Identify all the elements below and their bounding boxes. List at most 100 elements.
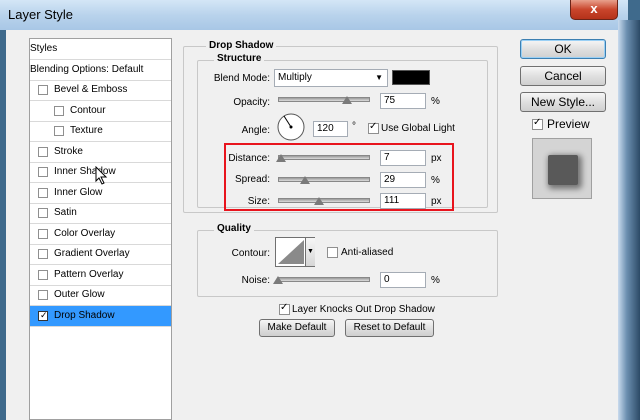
size-slider-thumb[interactable]: [314, 197, 325, 205]
style-item-checkbox[interactable]: [38, 167, 48, 177]
contour-label: Contour:: [231, 248, 270, 259]
style-item-pattern-overlay[interactable]: Pattern Overlay: [30, 265, 171, 286]
chevron-down-icon[interactable]: ▼: [305, 238, 315, 266]
style-item-label: Stroke: [54, 145, 83, 157]
ok-button[interactable]: OK: [520, 39, 606, 59]
style-item-label: Gradient Overlay: [54, 248, 130, 259]
style-item-stroke[interactable]: Stroke: [30, 142, 171, 163]
preview-checkbox[interactable]: [532, 117, 543, 130]
style-item-checkbox[interactable]: [38, 249, 48, 259]
style-item-checkbox[interactable]: [38, 187, 48, 198]
structure-title: Structure: [214, 53, 265, 64]
style-item-blending-options-default[interactable]: Blending Options: Default: [30, 60, 171, 81]
noise-slider-thumb[interactable]: [273, 276, 283, 284]
mouse-cursor-icon: [95, 166, 108, 185]
shadow-color-swatch[interactable]: [392, 70, 430, 85]
style-item-checkbox[interactable]: [54, 105, 64, 116]
style-preview-box: [532, 138, 592, 199]
style-item-label: Texture: [70, 125, 103, 136]
styles-list: Styles Blending Options: Default Bevel & E…: [29, 38, 172, 420]
distance-slider-thumb[interactable]: [275, 154, 286, 162]
style-item-checkbox[interactable]: ✓: [38, 309, 48, 321]
make-default-button[interactable]: Make Default: [259, 319, 335, 337]
style-item-texture[interactable]: Texture: [30, 121, 171, 142]
style-item-checkbox[interactable]: [38, 146, 48, 157]
style-item-label: Pattern Overlay: [54, 268, 124, 280]
size-label: Size:: [247, 196, 270, 207]
style-item-label: Blending Options: Default: [30, 63, 144, 75]
blend-mode-select[interactable]: Multiply ▼: [274, 69, 388, 87]
use-global-light-checkbox[interactable]: [368, 121, 379, 134]
style-item-label: Bevel & Emboss: [54, 84, 128, 95]
layer-knocks-out-checkbox[interactable]: [279, 302, 290, 315]
opacity-unit: %: [431, 96, 440, 107]
blend-mode-value: Multiply: [278, 72, 312, 83]
style-item-color-overlay[interactable]: Color Overlay: [30, 224, 171, 245]
anti-aliased-checkbox[interactable]: [327, 247, 338, 258]
spread-slider-thumb[interactable]: [299, 176, 310, 184]
distance-label: Distance:: [228, 153, 270, 164]
style-item-label: Drop Shadow: [54, 309, 115, 321]
distance-unit: px: [431, 153, 442, 164]
checkmark-icon: ✓: [40, 309, 48, 320]
spread-unit: %: [431, 175, 440, 186]
style-item-checkbox[interactable]: [38, 290, 48, 300]
noise-slider[interactable]: [278, 277, 370, 282]
title-bar: Layer Style x: [0, 0, 628, 30]
spread-field[interactable]: 29: [380, 172, 426, 188]
style-item-checkbox[interactable]: [54, 126, 64, 136]
opacity-field[interactable]: 75: [380, 93, 426, 109]
cancel-button[interactable]: Cancel: [520, 66, 606, 86]
spread-label: Spread:: [234, 174, 270, 185]
chevron-down-icon: ▼: [375, 73, 383, 82]
style-item-drop-shadow[interactable]: ✓ Drop Shadow: [30, 305, 171, 327]
angle-unit: °: [352, 121, 356, 132]
style-item-checkbox[interactable]: [38, 208, 48, 218]
style-item-bevel-emboss[interactable]: Bevel & Emboss: [30, 80, 171, 101]
style-item-styles[interactable]: Styles: [30, 39, 171, 60]
style-item-label: Contour: [70, 104, 106, 116]
use-global-light-label: Use Global Light: [381, 123, 455, 134]
opacity-label: Opacity:: [233, 97, 270, 108]
size-unit: px: [431, 196, 442, 207]
opacity-slider[interactable]: [278, 97, 370, 102]
preview-label: Preview: [547, 117, 590, 131]
angle-field[interactable]: 120: [313, 121, 348, 137]
angle-dial-icon[interactable]: [276, 112, 306, 142]
distance-slider[interactable]: [278, 155, 370, 160]
drop-shadow-title: Drop Shadow: [206, 40, 277, 51]
style-item-checkbox[interactable]: [38, 85, 48, 95]
noise-unit: %: [431, 275, 440, 286]
layer-style-dialog: Layer Style x Styles Blending Options: De…: [0, 0, 640, 420]
style-item-satin[interactable]: Satin: [30, 203, 171, 224]
style-item-label: Color Overlay: [54, 227, 116, 239]
style-item-label: Styles: [30, 43, 58, 54]
noise-label: Noise:: [241, 275, 270, 286]
style-item-checkbox[interactable]: [38, 269, 48, 280]
style-preview-swatch: [548, 155, 578, 185]
window-frame: [618, 20, 640, 420]
size-field[interactable]: 111: [380, 193, 426, 209]
spread-slider[interactable]: [278, 177, 370, 182]
style-item-label: Satin: [54, 207, 77, 218]
window-title: Layer Style: [8, 7, 74, 22]
noise-field[interactable]: 0: [380, 272, 426, 288]
quality-title: Quality: [214, 223, 254, 234]
quality-group: [197, 230, 498, 297]
style-item-label: Outer Glow: [54, 289, 105, 300]
angle-label: Angle:: [241, 125, 270, 136]
opacity-slider-thumb[interactable]: [342, 96, 352, 104]
layer-knocks-out-label: Layer Knocks Out Drop Shadow: [292, 304, 435, 315]
style-item-gradient-overlay[interactable]: Gradient Overlay: [30, 244, 171, 265]
style-item-contour[interactable]: Contour: [30, 101, 171, 122]
contour-picker[interactable]: ▼: [275, 237, 315, 267]
close-button[interactable]: x: [570, 0, 618, 20]
style-item-outer-glow[interactable]: Outer Glow: [30, 285, 171, 306]
contour-linear-icon: [278, 240, 304, 264]
anti-aliased-label: Anti-aliased: [341, 247, 394, 258]
style-item-checkbox[interactable]: [38, 228, 48, 239]
distance-field[interactable]: 7: [380, 150, 426, 166]
blend-mode-label: Blend Mode:: [213, 73, 270, 84]
new-style-button[interactable]: New Style...: [520, 92, 606, 112]
reset-to-default-button[interactable]: Reset to Default: [345, 319, 434, 337]
